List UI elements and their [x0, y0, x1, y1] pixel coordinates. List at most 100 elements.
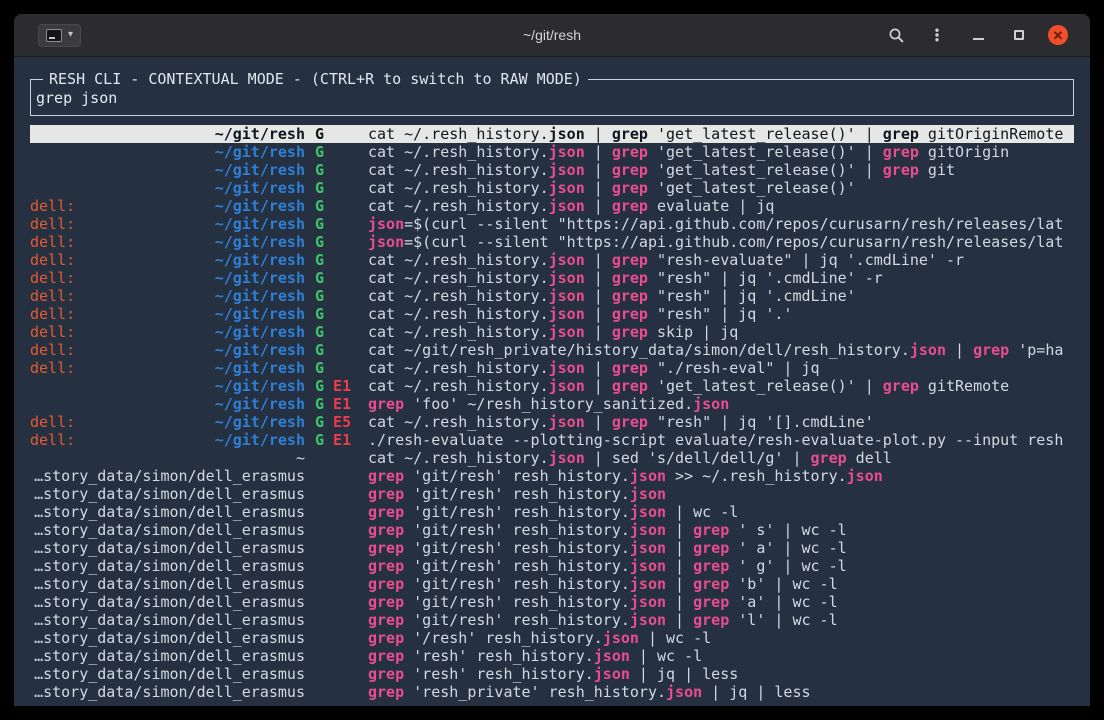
history-row[interactable]: ~/git/reshG E1cat ~/.resh_history.json |… [30, 377, 1074, 395]
row-flags: G [305, 215, 368, 233]
history-row[interactable]: …story_data/simon/dell_erasmusgrep 'git/… [30, 467, 1074, 485]
command-text: =$(curl --silent "https://api.github.com… [404, 233, 1063, 251]
row-host-dir: dell:~/git/resh [30, 323, 305, 341]
history-row[interactable]: dell:~/git/reshGcat ~/git/resh_private/h… [30, 341, 1074, 359]
match-highlight: json [693, 395, 729, 413]
history-row[interactable]: dell:~/git/reshGjson=$(curl --silent "ht… [30, 215, 1074, 233]
row-command: cat ~/.resh_history.json | grep 'get_lat… [368, 143, 1074, 161]
history-row[interactable]: dell:~/git/reshGcat ~/.resh_history.json… [30, 287, 1074, 305]
history-row[interactable]: ~/git/reshGcat ~/.resh_history.json | gr… [30, 161, 1074, 179]
row-command: cat ~/.resh_history.json | grep "./resh-… [368, 359, 1074, 377]
history-row[interactable]: dell:~/git/reshGcat ~/.resh_history.json… [30, 323, 1074, 341]
command-text: | jq | less [630, 665, 738, 683]
history-row[interactable]: …story_data/simon/dell_erasmusgrep '/res… [30, 629, 1074, 647]
history-row[interactable]: …story_data/simon/dell_erasmusgrep 'resh… [30, 647, 1074, 665]
row-directory: ~/git/resh [215, 287, 305, 305]
history-row[interactable]: ~/git/reshGcat ~/.resh_history.json | gr… [30, 125, 1074, 143]
row-flags [305, 575, 368, 593]
match-highlight: grep [693, 611, 729, 629]
row-directory: ~/git/resh [215, 431, 305, 449]
match-highlight: json [549, 449, 585, 467]
history-row[interactable]: ~/git/reshG E1grep 'foo' ~/resh_history_… [30, 395, 1074, 413]
command-text: "resh-evaluate" | jq '.cmdLine' -r [648, 251, 964, 269]
match-highlight: grep [612, 377, 648, 395]
git-flag: G [315, 161, 324, 179]
command-text: evaluate | jq [648, 197, 774, 215]
match-highlight: grep [368, 521, 404, 539]
command-text: | [666, 593, 693, 611]
match-highlight: grep [612, 161, 648, 179]
menu-button[interactable] [925, 23, 949, 47]
close-button[interactable]: ✕ [1048, 25, 1068, 45]
row-directory: ~/git/resh [215, 305, 305, 323]
git-flag: G [315, 323, 324, 341]
history-row[interactable]: …story_data/simon/dell_erasmusgrep 'resh… [30, 683, 1074, 701]
row-command: ./resh-evaluate --plotting-script evalua… [368, 431, 1074, 449]
row-directory: ~/git/resh [215, 323, 305, 341]
row-host: dell: [30, 251, 75, 269]
row-host-dir: dell:~/git/resh [30, 413, 305, 431]
row-directory: ~/git/resh [215, 215, 305, 233]
match-highlight: json [368, 233, 404, 251]
history-row[interactable]: dell:~/git/reshG E5cat ~/.resh_history.j… [30, 413, 1074, 431]
row-host-dir: dell:~/git/resh [30, 305, 305, 323]
git-flag: G [315, 143, 324, 161]
command-text: cat ~/.resh_history. [368, 323, 549, 341]
row-command: cat ~/.resh_history.json | grep 'get_lat… [368, 179, 1074, 197]
history-row[interactable]: …story_data/simon/dell_erasmusgrep 'git/… [30, 575, 1074, 593]
history-row[interactable]: dell:~/git/reshGcat ~/.resh_history.json… [30, 359, 1074, 377]
history-row[interactable]: ~cat ~/.resh_history.json | sed 's/dell/… [30, 449, 1074, 467]
row-directory: ~/git/resh [215, 179, 305, 197]
match-highlight: json [630, 503, 666, 521]
row-host-dir: dell:~/git/resh [30, 251, 305, 269]
history-row[interactable]: ~/git/reshGcat ~/.resh_history.json | gr… [30, 179, 1074, 197]
search-button[interactable] [884, 23, 908, 47]
minimize-button[interactable] [966, 23, 990, 47]
history-row[interactable]: dell:~/git/reshGcat ~/.resh_history.json… [30, 305, 1074, 323]
history-row[interactable]: …story_data/simon/dell_erasmusgrep 'git/… [30, 521, 1074, 539]
command-text: cat ~/.resh_history. [368, 197, 549, 215]
match-highlight: grep [693, 539, 729, 557]
row-host: dell: [30, 431, 75, 449]
row-host-dir: dell:~/git/resh [30, 269, 305, 287]
history-row[interactable]: …story_data/simon/dell_erasmusgrep 'git/… [30, 503, 1074, 521]
row-flags: G [305, 179, 368, 197]
history-row[interactable]: dell:~/git/reshG E1./resh-evaluate --plo… [30, 431, 1074, 449]
command-text: gitOrigin [919, 143, 1009, 161]
row-command: cat ~/.resh_history.json | sed 's/dell/d… [368, 449, 1074, 467]
match-highlight: json [630, 539, 666, 557]
history-row[interactable]: dell:~/git/reshGjson=$(curl --silent "ht… [30, 233, 1074, 251]
history-row[interactable]: …story_data/simon/dell_erasmusgrep 'git/… [30, 611, 1074, 629]
command-text: cat ~/.resh_history. [368, 287, 549, 305]
git-flag: G [315, 377, 324, 395]
history-row[interactable]: …story_data/simon/dell_erasmusgrep 'git/… [30, 557, 1074, 575]
match-highlight: grep [612, 287, 648, 305]
command-text: gitRemote [919, 377, 1009, 395]
row-host-dir: ~/git/resh [30, 179, 305, 197]
new-terminal-button[interactable]: ▾ [38, 24, 81, 47]
row-host-dir: …story_data/simon/dell_erasmus [30, 629, 305, 647]
command-text: | [585, 251, 612, 269]
history-row[interactable]: …story_data/simon/dell_erasmusgrep 'git/… [30, 539, 1074, 557]
command-text: | [666, 521, 693, 539]
maximize-button[interactable] [1007, 23, 1031, 47]
history-row[interactable]: dell:~/git/reshGcat ~/.resh_history.json… [30, 269, 1074, 287]
command-text: | [585, 179, 612, 197]
mode-title: RESH CLI - CONTEXTUAL MODE - (CTRL+R to … [43, 70, 588, 88]
match-highlight: grep [693, 521, 729, 539]
restore-icon [1014, 30, 1024, 40]
exit-status-flag: E1 [324, 377, 351, 395]
history-row[interactable]: dell:~/git/reshGcat ~/.resh_history.json… [30, 251, 1074, 269]
history-row[interactable]: dell:~/git/reshGcat ~/.resh_history.json… [30, 197, 1074, 215]
command-text: ./resh-evaluate --plotting-script evalua… [368, 431, 1063, 449]
history-row[interactable]: ~/git/resh Gcat ~/.resh_history.json | gr… [30, 143, 1074, 161]
command-text: 'resh' resh_history. [404, 665, 594, 683]
history-row[interactable]: …story_data/simon/dell_erasmusgrep 'git/… [30, 593, 1074, 611]
row-directory: ~/git/resh [215, 359, 305, 377]
history-row[interactable]: …story_data/simon/dell_erasmusgrep 'git/… [30, 485, 1074, 503]
row-directory: ~/git/resh [215, 161, 305, 179]
match-highlight: grep [368, 395, 404, 413]
row-host-dir: ~/git/resh [30, 143, 305, 161]
history-row[interactable]: …story_data/simon/dell_erasmusgrep 'resh… [30, 665, 1074, 683]
row-command: grep 'git/resh' resh_history.json | grep… [368, 575, 1074, 593]
